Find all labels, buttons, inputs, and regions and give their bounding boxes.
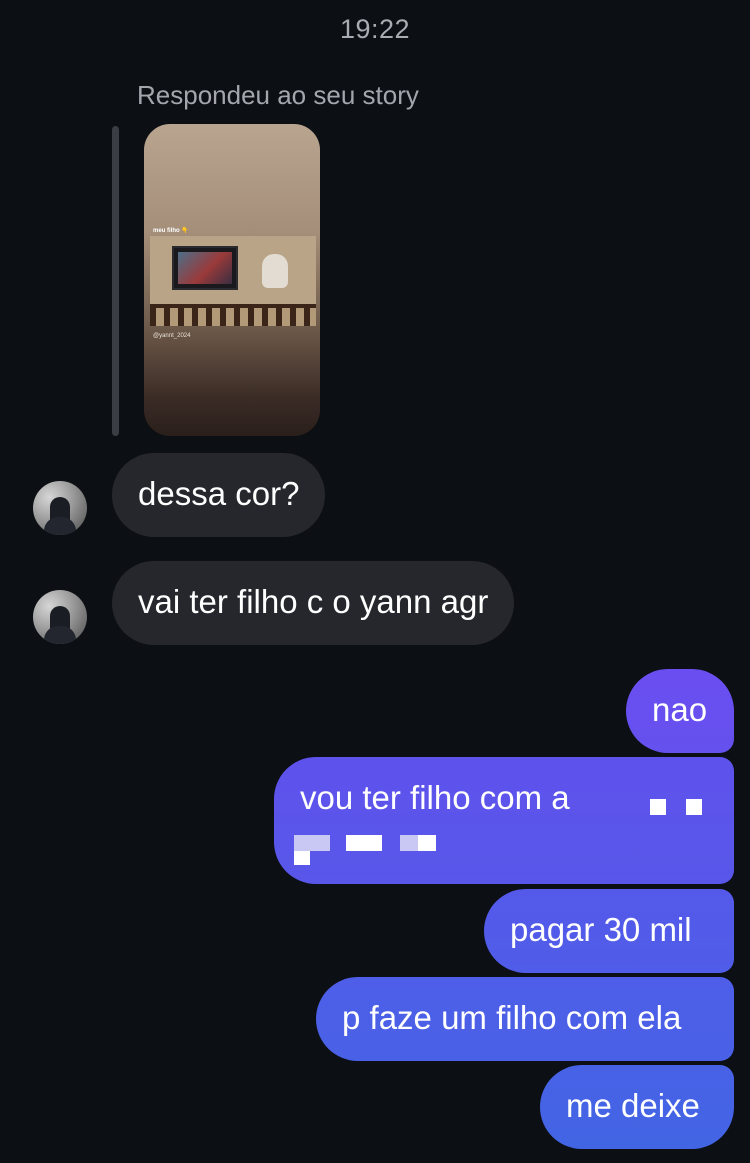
message-text: pagar 30 mil [510, 911, 692, 948]
message-bubble-outgoing[interactable]: me deixe [540, 1065, 734, 1149]
redacted-text-block [418, 835, 436, 851]
story-photo-crib [150, 304, 316, 326]
story-photo-child [262, 254, 288, 288]
message-bubble-outgoing[interactable]: p faze um filho com ela [316, 977, 734, 1061]
avatar-body [44, 517, 76, 535]
story-thumbnail[interactable]: meu filho 👇 @yannt_2024 [144, 124, 320, 436]
story-caption: meu filho 👇 [153, 228, 189, 234]
message-text: nao [652, 691, 708, 728]
contact-avatar[interactable] [33, 481, 87, 535]
message-bubble-outgoing[interactable]: vou ter filho com a [274, 757, 734, 884]
reply-indicator-bar [112, 126, 119, 436]
message-text: dessa cor? [138, 475, 300, 512]
message-bubble-incoming[interactable]: vai ter filho c o yann agr [112, 561, 515, 645]
redacted-text-block [400, 835, 418, 851]
story-photo-tv [172, 246, 238, 290]
message-bubble-outgoing[interactable]: pagar 30 mil [484, 889, 734, 973]
timestamp: 19:22 [339, 14, 411, 44]
contact-avatar[interactable] [33, 590, 87, 644]
message-text: p faze um filho com ela [342, 999, 682, 1036]
redacted-text-block [294, 835, 330, 851]
story-handle: @yannt_2024 [153, 333, 191, 339]
message-text: vou ter filho com a [300, 779, 570, 816]
message-bubble-outgoing[interactable]: nao [626, 669, 734, 753]
story-photo-tv-screen [178, 252, 232, 284]
message-text: me deixe [566, 1087, 700, 1124]
redacted-text-block [346, 835, 382, 851]
message-bubble-incoming[interactable]: dessa cor? [112, 453, 326, 537]
story-reply-label: Respondeu ao seu story [137, 80, 419, 110]
message-text: vai ter filho c o yann agr [138, 583, 489, 620]
redacted-text-block [686, 799, 702, 815]
story-photo [150, 236, 316, 326]
avatar-body [44, 626, 76, 644]
redacted-text-block [650, 799, 666, 815]
redacted-text-block [294, 851, 310, 865]
